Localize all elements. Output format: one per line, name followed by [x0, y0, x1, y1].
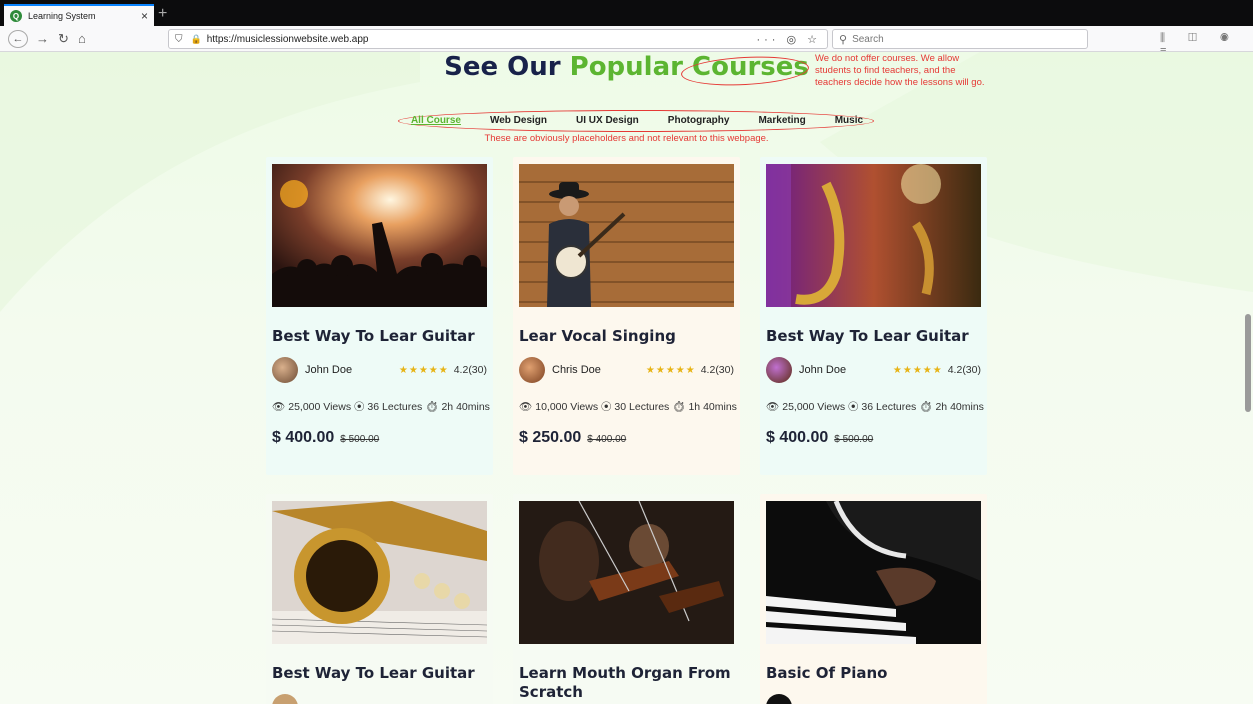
avatar — [766, 357, 792, 383]
browser-toolbar: ← → ↻ ⌂ ⛉ 🔒 https://musiclessionwebsite.… — [0, 26, 1253, 57]
current-price: $ 400.00 — [272, 429, 335, 446]
current-price: $ 400.00 — [766, 429, 829, 446]
old-price: $ 500.00 — [834, 434, 874, 445]
page-actions-icon[interactable]: ··· ◎ ☆ — [756, 33, 821, 46]
course-card[interactable]: Best Way To Lear Guitar John Doe ★★★★★ 4… — [266, 157, 493, 475]
course-card[interactable]: Lear Vocal Singing Chris Doe ★★★★★ 4.2(3… — [513, 157, 740, 475]
course-image-saxophone-closeup[interactable] — [272, 501, 487, 644]
rating-value: 4.2(30) — [453, 364, 487, 376]
course-stats: 👁 25,000 Views ⦿ 36 Lectures ⏱ 2h 40mins — [272, 401, 490, 413]
avatar — [766, 694, 792, 704]
forward-icon[interactable]: → — [36, 30, 49, 48]
section-title-main: See Our — [444, 52, 570, 82]
reload-icon[interactable]: ↻ — [58, 30, 69, 48]
author-name: Chris Doe — [552, 364, 601, 376]
price-row: $ 250.00 $ 400.00 — [519, 429, 626, 447]
avatar — [519, 357, 545, 383]
browser-tab[interactable]: Q Learning System × — [4, 4, 154, 26]
rating-value: 4.2(30) — [700, 364, 734, 376]
filter-marketing[interactable]: Marketing — [758, 115, 805, 129]
course-meta-row: Chris Doe ★★★★★ 4.2(30) — [519, 357, 734, 383]
scrollbar-thumb[interactable] — [1245, 314, 1251, 412]
filter-music[interactable]: Music — [835, 115, 863, 129]
course-filter-tabs: All Course Web Design UI UX Design Photo… — [402, 115, 872, 129]
old-price: $ 500.00 — [340, 434, 380, 445]
course-title[interactable]: Basic Of Piano — [766, 664, 981, 683]
old-price: $ 400.00 — [587, 434, 627, 445]
search-placeholder: Search — [852, 33, 884, 45]
author-name: John Doe — [305, 364, 353, 376]
course-card[interactable]: Best Way To Lear Guitar — [266, 494, 493, 704]
rating-stars-icon: ★★★★★ — [645, 364, 696, 376]
browser-tab-bar: Q Learning System × + — [0, 0, 1253, 26]
author-name: John Doe — [799, 364, 847, 376]
course-image-banjo[interactable] — [519, 164, 734, 307]
address-bar[interactable]: ⛉ 🔒 https://musiclessionwebsite.web.app … — [168, 29, 828, 49]
course-title[interactable]: Learn Mouth Organ From Scratch — [519, 664, 734, 702]
lock-icon[interactable]: 🔒 — [191, 34, 202, 45]
home-icon[interactable]: ⌂ — [78, 30, 86, 48]
course-meta-row: John Doe ★★★★★ 4.2(30) — [766, 357, 981, 383]
course-card[interactable]: Best Way To Lear Guitar John Doe ★★★★★ 4… — [760, 157, 987, 475]
back-icon[interactable]: ← — [8, 30, 28, 48]
filter-web-design[interactable]: Web Design — [490, 115, 547, 129]
course-image-violinists[interactable] — [519, 501, 734, 644]
price-row: $ 400.00 $ 500.00 — [272, 429, 379, 447]
course-meta-row: John Doe ★★★★★ 4.2(30) — [272, 357, 487, 383]
filter-ui-ux-design[interactable]: UI UX Design — [576, 115, 639, 129]
price-row: $ 400.00 $ 500.00 — [766, 429, 873, 447]
course-image-piano[interactable] — [766, 501, 981, 644]
page-content: See Our Popular Courses We do not offer … — [0, 52, 1253, 704]
annotation-note-courses: We do not offer courses. We allow studen… — [815, 53, 985, 88]
course-card[interactable]: Learn Mouth Organ From Scratch — [513, 494, 740, 704]
rating-value: 4.2(30) — [947, 364, 981, 376]
search-icon: ⚲ — [839, 33, 848, 46]
tab-title: Learning System — [28, 11, 96, 21]
course-meta-row — [272, 694, 487, 704]
search-input[interactable]: ⚲ Search — [832, 29, 1088, 49]
section-title: See Our Popular Courses — [0, 52, 1253, 82]
course-stats: 👁 25,000 Views ⦿ 36 Lectures ⏱ 2h 40mins — [766, 401, 984, 413]
rating-stars-icon: ★★★★★ — [892, 364, 943, 376]
filter-all-course[interactable]: All Course — [411, 115, 461, 129]
course-image-saxophone-band[interactable] — [766, 164, 981, 307]
filter-photography[interactable]: Photography — [668, 115, 730, 129]
course-stats: 👁 10,000 Views ⦿ 30 Lectures ⏱ 1h 40mins — [519, 401, 737, 413]
site-favicon-icon: Q — [10, 10, 22, 22]
url-text[interactable]: https://musiclessionwebsite.web.app — [207, 34, 757, 45]
course-title[interactable]: Best Way To Lear Guitar — [272, 664, 487, 683]
course-card[interactable]: Basic Of Piano — [760, 494, 987, 704]
course-image-concert[interactable] — [272, 164, 487, 307]
current-price: $ 250.00 — [519, 429, 582, 446]
avatar — [272, 694, 298, 704]
course-title[interactable]: Best Way To Lear Guitar — [272, 327, 487, 346]
annotation-note-filters: These are obviously placeholders and not… — [484, 133, 769, 144]
shield-icon[interactable]: ⛉ — [175, 34, 183, 45]
course-title[interactable]: Lear Vocal Singing — [519, 327, 734, 346]
rating-stars-icon: ★★★★★ — [398, 364, 449, 376]
new-tab-button[interactable]: + — [158, 4, 167, 24]
avatar — [272, 357, 298, 383]
course-title[interactable]: Best Way To Lear Guitar — [766, 327, 981, 346]
close-tab-icon[interactable]: × — [141, 9, 148, 23]
course-meta-row — [766, 694, 981, 704]
